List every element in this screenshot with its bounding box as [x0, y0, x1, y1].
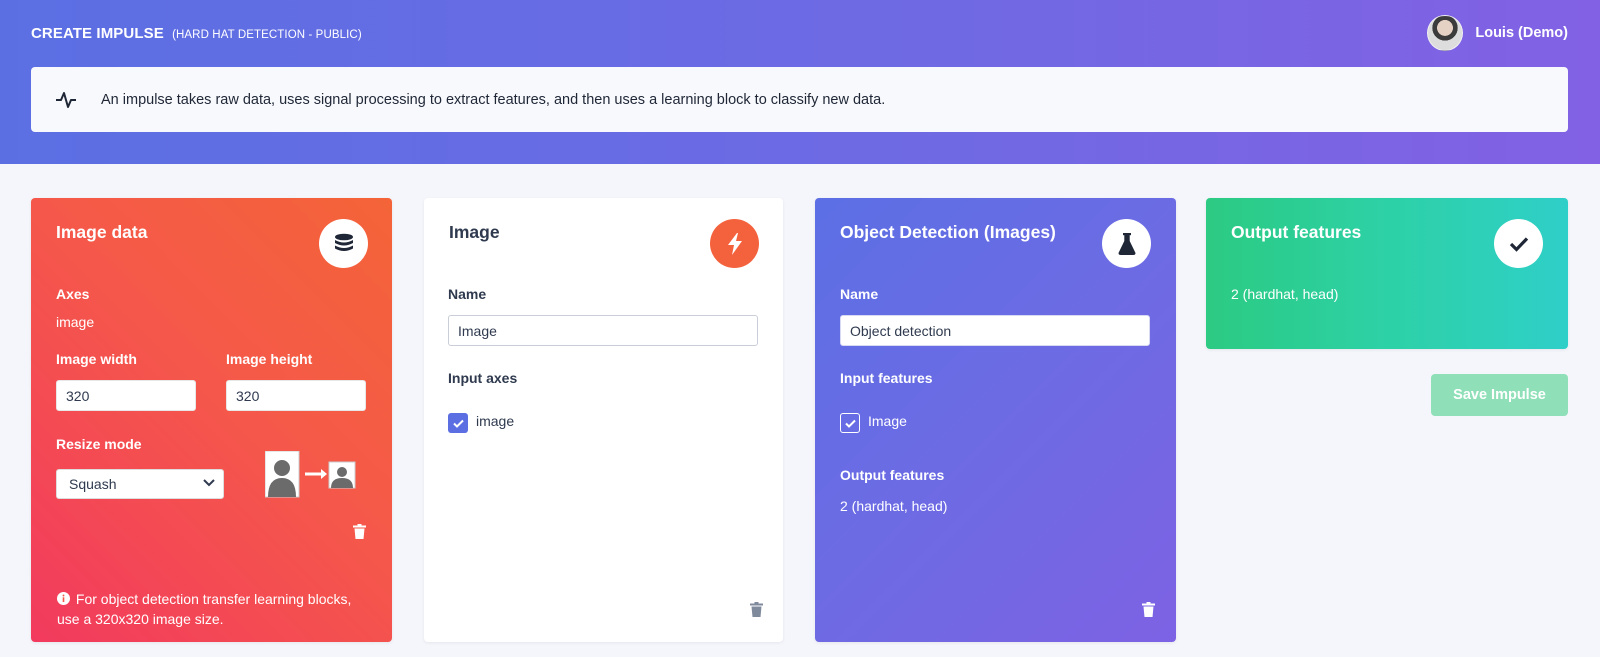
- name-label: Name: [840, 286, 879, 302]
- chevron-down-icon: [203, 479, 215, 487]
- image-data-block: Image data Axes image Image width Image …: [31, 198, 392, 642]
- note-text: For object detection transfer learning b…: [57, 591, 352, 627]
- user-name[interactable]: Louis (Demo): [1475, 25, 1568, 41]
- feature-checkbox[interactable]: [840, 413, 860, 433]
- info-icon: [57, 592, 70, 605]
- output-features-value: 2 (hardhat, head): [840, 498, 948, 514]
- input-axes-label: Input axes: [448, 370, 518, 386]
- output-block: Output features 2 (hardhat, head): [1206, 198, 1568, 349]
- block-title: Object Detection (Images): [840, 222, 1056, 242]
- block-title: Image data: [56, 222, 148, 242]
- name-input[interactable]: [840, 315, 1150, 346]
- axes-value: image: [56, 314, 95, 330]
- name-label: Name: [448, 286, 487, 302]
- resize-illustration-icon: [265, 451, 356, 498]
- axis-label: image: [476, 413, 515, 429]
- processing-block: Image Name Input axes image: [424, 198, 783, 642]
- flask-icon: [1102, 219, 1151, 268]
- avatar[interactable]: [1427, 15, 1464, 51]
- resize-mode-select[interactable]: Squash: [56, 469, 224, 499]
- trash-icon[interactable]: [750, 602, 763, 617]
- page-header: CREATE IMPULSE (HARD HAT DETECTION - PUB…: [0, 0, 1600, 164]
- block-title: Output features: [1231, 222, 1362, 242]
- project-name: (HARD HAT DETECTION - PUBLIC): [172, 29, 362, 41]
- axis-checkbox[interactable]: [448, 413, 468, 433]
- output-features-label: Output features: [840, 467, 945, 483]
- image-height-input[interactable]: [226, 380, 366, 411]
- page-title: CREATE IMPULSE (HARD HAT DETECTION - PUB…: [31, 25, 362, 42]
- name-input[interactable]: [448, 315, 758, 346]
- pulse-icon: [56, 91, 76, 108]
- trash-icon[interactable]: [353, 524, 366, 539]
- block-title: Image: [449, 222, 500, 242]
- info-text: An impulse takes raw data, uses signal p…: [101, 91, 886, 108]
- user-menu[interactable]: Louis (Demo): [1427, 15, 1568, 51]
- lightning-icon: [710, 219, 759, 268]
- save-impulse-button[interactable]: Save Impulse: [1431, 374, 1568, 416]
- block-note: For object detection transfer learning b…: [57, 589, 357, 629]
- output-features-value: 2 (hardhat, head): [1231, 286, 1339, 302]
- image-width-input[interactable]: [56, 380, 196, 411]
- database-icon: [319, 219, 368, 268]
- trash-icon[interactable]: [1142, 602, 1155, 617]
- input-features-label: Input features: [840, 370, 933, 386]
- feature-label: Image: [868, 413, 907, 429]
- learning-block: Object Detection (Images) Name Input fea…: [815, 198, 1176, 642]
- info-banner: An impulse takes raw data, uses signal p…: [31, 67, 1568, 132]
- checkmark-icon: [1494, 219, 1543, 268]
- image-height-label: Image height: [226, 351, 313, 367]
- resize-mode-label: Resize mode: [56, 436, 142, 452]
- resize-mode-value: Squash: [69, 476, 117, 492]
- axes-label: Axes: [56, 286, 90, 302]
- page-title-text: CREATE IMPULSE: [31, 25, 164, 42]
- image-width-label: Image width: [56, 351, 137, 367]
